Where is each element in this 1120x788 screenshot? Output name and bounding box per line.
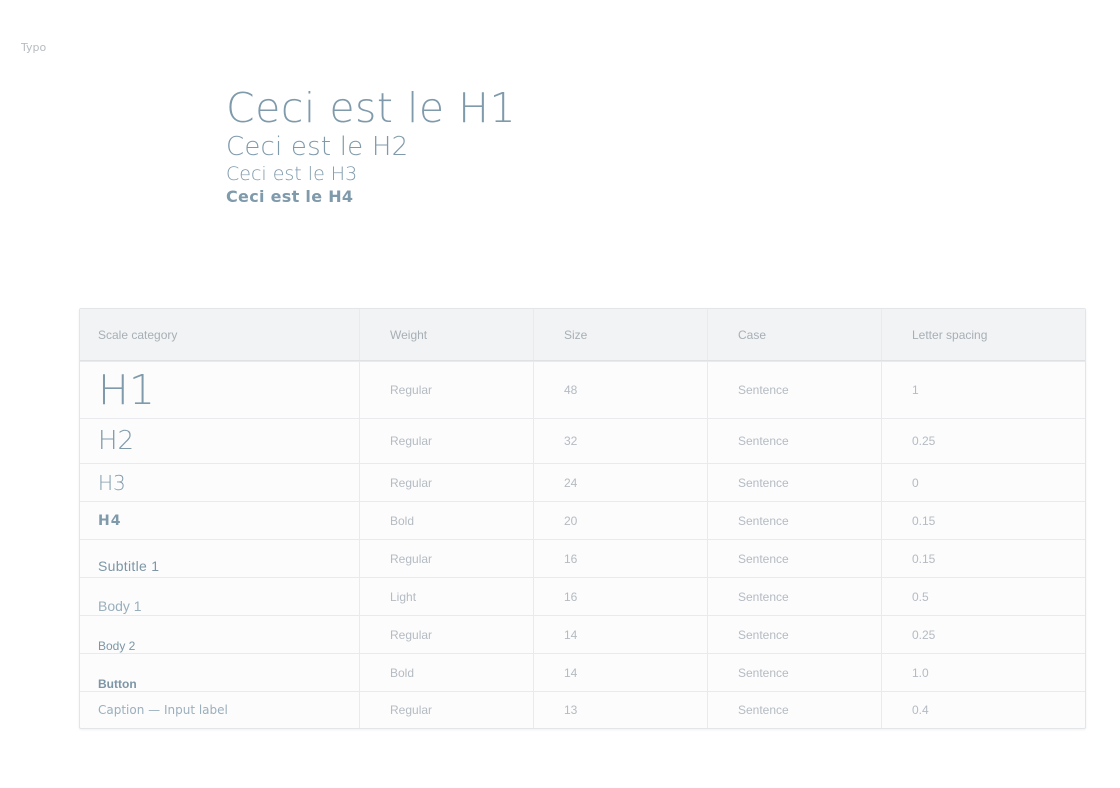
case-cell: Sentence xyxy=(707,419,881,463)
table-row: H4 Bold 20 Sentence 0.15 xyxy=(80,501,1085,539)
table-row: Caption — Input label Regular 13 Sentenc… xyxy=(80,691,1085,728)
scale-category-label: H1 xyxy=(98,366,155,414)
column-header-scale-category: Scale category xyxy=(98,327,178,342)
weight-cell: Regular xyxy=(359,362,533,418)
case-cell: Sentence xyxy=(707,464,881,501)
table-row: Body 1 Light 16 Sentence 0.5 xyxy=(80,577,1085,615)
table-header-row: Scale category Weight Size Case Letter s… xyxy=(80,309,1085,361)
scale-category-cell: H1 xyxy=(80,362,359,418)
weight-cell: Bold xyxy=(359,502,533,539)
size-cell: 16 xyxy=(533,540,707,577)
scale-category-label: Body 2 xyxy=(98,639,136,653)
size-cell: 14 xyxy=(533,616,707,653)
scale-category-cell: Body 2 xyxy=(80,616,359,653)
weight-cell: Regular xyxy=(359,540,533,577)
weight-cell: Regular xyxy=(359,692,533,728)
weight-cell: Bold xyxy=(359,654,533,691)
table-row: H3 Regular 24 Sentence 0 xyxy=(80,463,1085,501)
letter-spacing-cell: 0 xyxy=(881,464,1085,501)
letter-spacing-cell: 0.25 xyxy=(881,419,1085,463)
scale-category-cell: Button xyxy=(80,654,359,691)
size-cell: 32 xyxy=(533,419,707,463)
type-scale-table: Scale category Weight Size Case Letter s… xyxy=(79,308,1086,729)
size-cell: 16 xyxy=(533,578,707,615)
heading-samples: Ceci est le H1 Ceci est le H2 Ceci est l… xyxy=(226,84,516,208)
case-cell: Sentence xyxy=(707,692,881,728)
column-header-size: Size xyxy=(533,309,707,360)
scale-category-cell: H2 xyxy=(80,419,359,463)
column-header-letter-spacing: Letter spacing xyxy=(881,309,1085,360)
scale-category-label: H2 xyxy=(98,426,135,456)
case-cell: Sentence xyxy=(707,654,881,691)
size-cell: 13 xyxy=(533,692,707,728)
frame-label: Typo xyxy=(21,41,47,54)
size-cell: 24 xyxy=(533,464,707,501)
case-cell: Sentence xyxy=(707,362,881,418)
table-row: Button Bold 14 Sentence 1.0 xyxy=(80,653,1085,691)
weight-cell: Regular xyxy=(359,616,533,653)
letter-spacing-cell: 0.4 xyxy=(881,692,1085,728)
size-cell: 20 xyxy=(533,502,707,539)
typography-page: Typo Ceci est le H1 Ceci est le H2 Ceci … xyxy=(0,0,1120,788)
case-cell: Sentence xyxy=(707,616,881,653)
scale-category-cell: H4 xyxy=(80,502,359,539)
scale-category-cell: H3 xyxy=(80,464,359,501)
scale-category-cell: Caption — Input label xyxy=(80,692,359,728)
letter-spacing-cell: 1.0 xyxy=(881,654,1085,691)
case-cell: Sentence xyxy=(707,502,881,539)
letter-spacing-cell: 1 xyxy=(881,362,1085,418)
scale-category-label: Button xyxy=(98,677,137,691)
letter-spacing-cell: 0.15 xyxy=(881,540,1085,577)
size-cell: 14 xyxy=(533,654,707,691)
case-cell: Sentence xyxy=(707,578,881,615)
column-header-weight: Weight xyxy=(359,309,533,360)
scale-category-label: Caption — Input label xyxy=(98,703,228,717)
size-cell: 48 xyxy=(533,362,707,418)
letter-spacing-cell: 0.15 xyxy=(881,502,1085,539)
scale-category-label: Subtitle 1 xyxy=(98,558,160,574)
table-row: H1 Regular 48 Sentence 1 xyxy=(80,361,1085,418)
scale-category-label: Body 1 xyxy=(98,598,142,614)
table-row: H2 Regular 32 Sentence 0.25 xyxy=(80,418,1085,463)
heading-h3-sample: Ceci est le H3 xyxy=(226,163,358,185)
weight-cell: Regular xyxy=(359,419,533,463)
table-row: Body 2 Regular 14 Sentence 0.25 xyxy=(80,615,1085,653)
scale-category-cell: Body 1 xyxy=(80,578,359,615)
table-row: Subtitle 1 Regular 16 Sentence 0.15 xyxy=(80,539,1085,577)
heading-h4-sample: Ceci est le H4 xyxy=(226,187,354,206)
heading-h2-sample: Ceci est le H2 xyxy=(226,132,409,162)
case-cell: Sentence xyxy=(707,540,881,577)
heading-h1-sample: Ceci est le H1 xyxy=(226,84,517,132)
letter-spacing-cell: 0.25 xyxy=(881,616,1085,653)
scale-category-cell: Subtitle 1 xyxy=(80,540,359,577)
column-header-case: Case xyxy=(707,309,881,360)
weight-cell: Regular xyxy=(359,464,533,501)
scale-category-label: H3 xyxy=(98,470,126,495)
weight-cell: Light xyxy=(359,578,533,615)
letter-spacing-cell: 0.5 xyxy=(881,578,1085,615)
scale-category-label: H4 xyxy=(98,512,122,529)
